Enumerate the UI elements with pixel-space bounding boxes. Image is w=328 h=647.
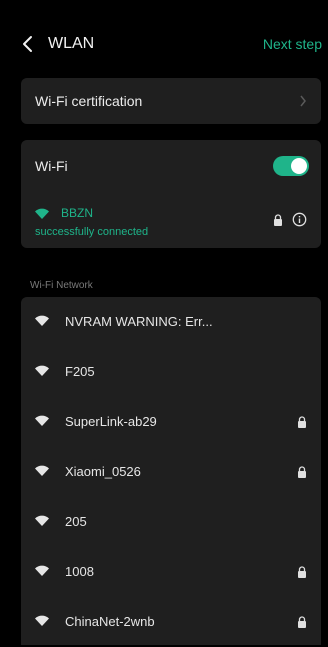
wifi-signal-icon — [35, 465, 49, 476]
network-name: ChinaNet-2wnb — [65, 614, 155, 629]
toggle-knob — [291, 158, 307, 174]
wifi-card: Wi-Fi BBZN successfully connected — [21, 140, 321, 248]
network-row[interactable]: ChinaNet-2wnb — [21, 597, 321, 647]
lock-icon — [298, 416, 306, 428]
network-info-icon[interactable] — [292, 212, 307, 227]
network-name: 205 — [65, 514, 87, 529]
wifi-signal-icon — [35, 615, 49, 626]
network-row[interactable]: NVRAM WARNING: Err... — [21, 297, 321, 347]
wifi-signal-icon — [35, 415, 49, 426]
network-name: Xiaomi_0526 — [65, 464, 141, 479]
wifi-signal-icon — [35, 315, 49, 326]
network-row[interactable]: SuperLink-ab29 — [21, 397, 321, 447]
header: WLAN Next step — [0, 26, 328, 62]
back-arrow-icon[interactable] — [20, 34, 36, 54]
network-name: SuperLink-ab29 — [65, 414, 157, 429]
lock-icon — [298, 566, 306, 578]
network-list: NVRAM WARNING: Err... F205 SuperLink-ab2… — [21, 297, 321, 645]
network-row[interactable]: 1008 — [21, 547, 321, 597]
wifi-signal-icon — [35, 515, 49, 526]
wifi-toggle[interactable] — [273, 156, 309, 176]
lock-icon — [298, 466, 306, 478]
wifi-signal-icon — [35, 565, 49, 576]
connected-network-name[interactable]: BBZN — [61, 206, 93, 220]
chevron-right-icon — [300, 95, 306, 107]
wifi-certification-row[interactable]: Wi-Fi certification — [21, 78, 321, 124]
wifi-label: Wi-Fi — [35, 158, 68, 174]
network-row[interactable]: F205 — [21, 347, 321, 397]
next-step-button[interactable]: Next step — [263, 36, 322, 52]
network-row[interactable]: Xiaomi_0526 — [21, 447, 321, 497]
connected-status: successfully connected — [35, 226, 149, 238]
lock-icon — [298, 616, 306, 628]
network-row[interactable]: 205 — [21, 497, 321, 547]
network-name: 1008 — [65, 564, 94, 579]
lock-icon — [274, 214, 282, 226]
network-name: NVRAM WARNING: Err... — [65, 314, 213, 329]
wlan-screen: WLAN Next step Wi-Fi certification Wi-Fi… — [0, 0, 328, 645]
wifi-network-section-label: Wi-Fi Network — [30, 280, 93, 291]
wifi-signal-icon — [35, 208, 49, 219]
network-name: F205 — [65, 364, 95, 379]
page-title: WLAN — [48, 35, 95, 52]
wifi-certification-label: Wi-Fi certification — [35, 93, 143, 109]
wifi-signal-icon — [35, 365, 49, 376]
